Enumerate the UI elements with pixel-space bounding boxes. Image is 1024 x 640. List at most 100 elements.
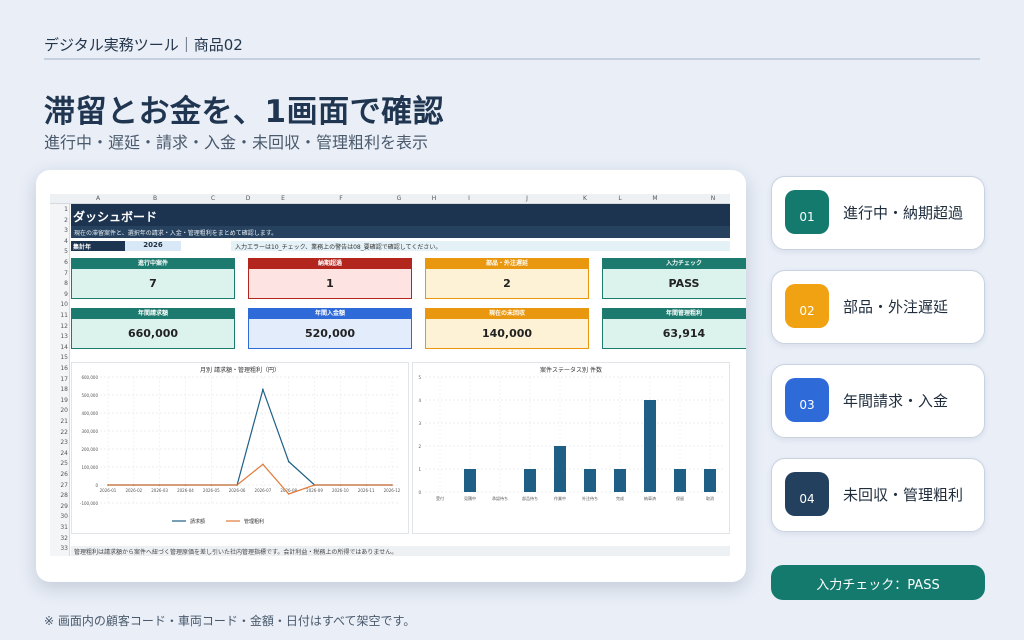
chart-title: 月別 請求額・管理粗利（円）	[200, 367, 280, 374]
row-header[interactable]: 6	[50, 259, 68, 266]
bar	[614, 469, 626, 492]
column-header[interactable]: K	[557, 195, 613, 202]
column-header[interactable]: L	[615, 195, 625, 202]
row-header[interactable]: 2	[50, 217, 68, 224]
column-header[interactable]: A	[71, 195, 125, 202]
data-point	[262, 388, 264, 391]
row-header[interactable]: 4	[50, 238, 68, 245]
row-header[interactable]: 16	[50, 365, 68, 372]
row-header[interactable]: 29	[50, 503, 68, 510]
y-tick-label: 200,000	[81, 447, 98, 452]
data-point	[391, 484, 393, 486]
column-header[interactable]: N	[685, 195, 741, 202]
x-tick-label: 保留	[676, 495, 684, 501]
row-header[interactable]: 7	[50, 270, 68, 277]
x-tick-label: 部品待ち	[522, 495, 538, 501]
kpi-label: 年間入金額	[249, 309, 411, 319]
column-header[interactable]: C	[185, 195, 241, 202]
row-header[interactable]: 19	[50, 397, 68, 404]
bar	[584, 469, 596, 492]
column-header[interactable]: M	[627, 195, 683, 202]
row-header[interactable]: 11	[50, 312, 68, 319]
kpi-label: 年間請求額	[72, 309, 234, 319]
row-header[interactable]: 24	[50, 450, 68, 457]
column-headers: ABCDEFGHIJKLMN	[50, 194, 730, 204]
feature-card[interactable]: 02 部品・外注遅延	[771, 270, 985, 344]
kpi-label: 部品・外注遅延	[426, 259, 588, 269]
y-tick-label: 500,000	[81, 393, 98, 398]
feature-number-badge: 01	[785, 190, 829, 234]
row-header[interactable]: 8	[50, 280, 68, 287]
feature-number-badge: 03	[785, 378, 829, 422]
pass-button[interactable]: 入力チェック：PASS	[771, 565, 985, 600]
column-header[interactable]: I	[441, 195, 497, 202]
feature-label: 進行中・納期超過	[843, 204, 964, 222]
feature-card[interactable]: 04 未回収・管理粗利	[771, 458, 985, 532]
kpi-value: 520,000	[304, 327, 356, 340]
kpi-value: 63,914	[662, 327, 706, 340]
year-label: 集計年	[71, 241, 125, 251]
x-tick-label: 2026-02	[125, 488, 142, 493]
row-header[interactable]: 20	[50, 407, 68, 414]
row-header[interactable]: 9	[50, 291, 68, 298]
kpi-value: 7	[149, 277, 157, 290]
column-header[interactable]: J	[499, 195, 555, 202]
column-header[interactable]: F	[313, 195, 369, 202]
row-header[interactable]: 30	[50, 513, 68, 520]
x-tick-label: 取消	[706, 495, 714, 501]
kpi-card: 現在の未回収 140,000	[425, 308, 589, 349]
feature-number-badge: 04	[785, 472, 829, 516]
headline: 滞留とお金を、1画面で確認	[44, 94, 445, 130]
x-tick-label: 受付	[436, 495, 444, 501]
row-header[interactable]: 18	[50, 386, 68, 393]
feature-card[interactable]: 01 進行中・納期超過	[771, 176, 985, 250]
row-header[interactable]: 14	[50, 344, 68, 351]
kpi-label: 納期超過	[249, 259, 411, 269]
chart-title: 案件ステータス別 件数	[540, 367, 602, 374]
row-header[interactable]: 22	[50, 429, 68, 436]
row-header[interactable]: 17	[50, 376, 68, 383]
column-header[interactable]: E	[255, 195, 311, 202]
column-header[interactable]: D	[243, 195, 253, 202]
year-note: 入力エラーは10_チェック、業務上の警告は08_要確認で確認してください。	[231, 241, 730, 251]
bar-chart-svg: 5 4 3 2 1 0 受付 見積中 承認待ち 部品待ち 作業中 外注待ち 完成 納車済 保留 取消	[418, 375, 725, 501]
row-header[interactable]: 31	[50, 524, 68, 531]
kpi-label: 進行中案件	[72, 259, 234, 269]
year-value[interactable]: 2026	[125, 241, 181, 251]
column-header[interactable]: B	[127, 195, 183, 202]
kpi-label: 現在の未回収	[426, 309, 588, 319]
row-header[interactable]: 5	[50, 248, 68, 255]
header-divider	[44, 58, 980, 60]
y-tick-label: 0	[95, 483, 98, 488]
row-header[interactable]: 3	[50, 227, 68, 234]
line-chart-svg: 600,000 500,000 400,000 300,000 200,000 100,0…	[80, 375, 401, 525]
y-tick-label: 2	[418, 444, 421, 449]
feature-card[interactable]: 03 年間請求・入金	[771, 364, 985, 438]
kpi-value: 2	[503, 277, 511, 290]
row-header[interactable]: 27	[50, 482, 68, 489]
row-header[interactable]: 15	[50, 354, 68, 361]
row-header[interactable]: 28	[50, 492, 68, 499]
row-header[interactable]: 1	[50, 206, 68, 213]
row-header[interactable]: 32	[50, 535, 68, 542]
x-tick-label: 2026-01	[100, 488, 117, 493]
row-header[interactable]: 13	[50, 333, 68, 340]
row-header[interactable]: 33	[50, 545, 68, 552]
row-header[interactable]: 10	[50, 301, 68, 308]
data-point	[262, 463, 264, 466]
x-tick-label: 2026-10	[332, 488, 349, 493]
monthly-chart: 月別 請求額・管理粗利（円） 600,000 500,000 400,000 300,…	[71, 362, 409, 534]
data-point	[236, 484, 238, 486]
feature-label: 年間請求・入金	[843, 392, 949, 410]
row-header[interactable]: 23	[50, 439, 68, 446]
column-header[interactable]: G	[371, 195, 427, 202]
x-tick-label: 2026-07	[255, 488, 272, 493]
column-header[interactable]: H	[429, 195, 439, 202]
row-header[interactable]: 21	[50, 418, 68, 425]
x-tick-label: 作業中	[554, 495, 566, 501]
kpi-card: 進行中案件 7	[71, 258, 235, 299]
row-header[interactable]: 12	[50, 323, 68, 330]
row-header[interactable]: 25	[50, 460, 68, 467]
data-point	[287, 493, 290, 495]
row-header[interactable]: 26	[50, 471, 68, 478]
